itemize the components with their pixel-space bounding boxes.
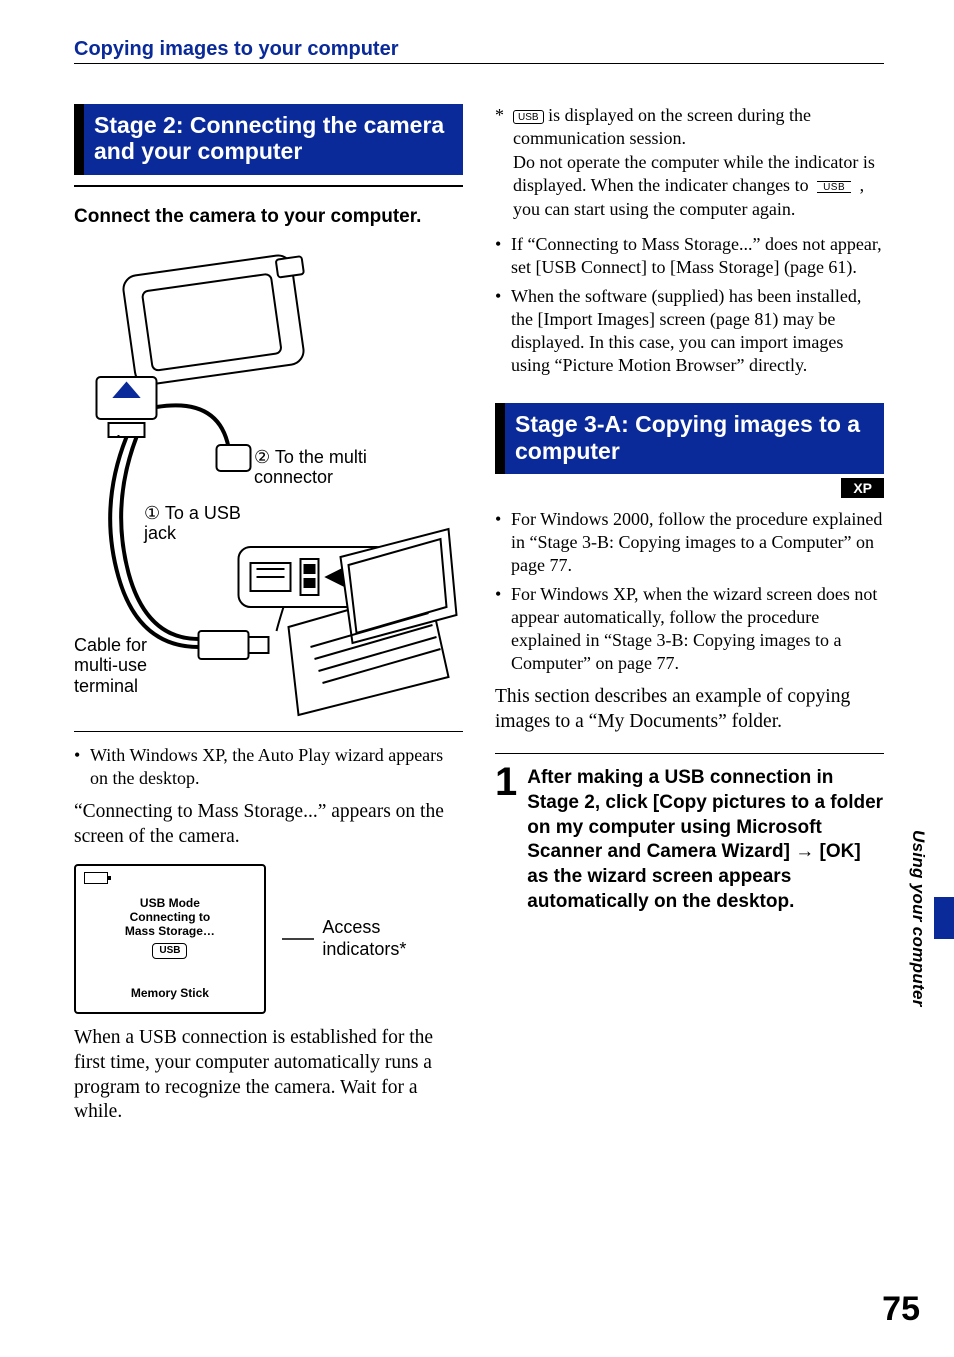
xp-row: XP: [495, 474, 884, 498]
fig-callout-usb: ① To a USB jack: [144, 503, 274, 544]
step-1-number: 1: [495, 762, 517, 802]
step-1-text: After making a USB connection in Stage 2…: [527, 766, 884, 914]
lcd-line2: Connecting to: [76, 910, 264, 924]
left-column: Stage 2: Connecting the camera and your …: [74, 104, 463, 1125]
stage2-underline: [74, 185, 463, 187]
usb-mode-icon: USB: [513, 110, 544, 124]
right-bullet-1a: If “Connecting to Mass Storage...” does …: [495, 233, 884, 279]
stage3a-heading-bar: Stage 3-A: Copying images to a computer: [495, 403, 884, 474]
right-bullet-2a: For Windows 2000, follow the procedure e…: [495, 508, 884, 577]
side-tab-block: [934, 897, 954, 939]
asterisk-note: USB is displayed on the screen during th…: [495, 104, 884, 221]
usb-bar-icon: USB: [817, 181, 851, 193]
stage3a-heading-text: Stage 3-A: Copying images to a computer: [515, 411, 860, 463]
page-number: 75: [882, 1290, 920, 1329]
stage2-heading-bar: Stage 2: Connecting the camera and your …: [74, 104, 463, 175]
stage2-heading-text: Stage 2: Connecting the camera and your …: [94, 112, 444, 164]
right-bullet-2b: For Windows XP, when the wizard screen d…: [495, 583, 884, 675]
leader-line-icon: [282, 929, 315, 949]
right-bullets-2: For Windows 2000, follow the procedure e…: [495, 508, 884, 675]
para-connecting: “Connecting to Mass Storage...” appears …: [74, 800, 463, 850]
head-rule: [74, 63, 884, 64]
step-rule: [495, 753, 884, 754]
lcd-screen-row: USB Mode Connecting to Mass Storage… USB…: [74, 864, 463, 1014]
access-indicators-label: Access indicators*: [322, 917, 463, 960]
two-column-layout: Stage 2: Connecting the camera and your …: [74, 104, 884, 1125]
star-note-part1: is displayed on the screen during the co…: [513, 105, 811, 148]
right-bullet-1b: When the software (supplied) has been in…: [495, 285, 884, 377]
step-1: 1 After making a USB connection in Stage…: [495, 766, 884, 914]
connection-figure-box: ② To the multi connector ① To a USB jack…: [74, 247, 463, 732]
side-tab: Using your computer: [908, 830, 954, 1007]
lcd-center-text: USB Mode Connecting to Mass Storage… USB: [76, 896, 264, 959]
left-bullets: With Windows XP, the Auto Play wizard ap…: [74, 744, 463, 790]
para-established: When a USB connection is established for…: [74, 1026, 463, 1126]
running-head: Copying images to your computer: [74, 38, 934, 61]
connection-figure: ② To the multi connector ① To a USB jack…: [74, 247, 463, 717]
battery-icon: [84, 872, 108, 884]
xp-badge: XP: [841, 478, 884, 498]
lcd-mini-screen: USB Mode Connecting to Mass Storage… USB…: [74, 864, 266, 1014]
lcd-line3: Mass Storage…: [76, 924, 264, 938]
right-column: USB is displayed on the screen during th…: [495, 104, 884, 1125]
fig-callout-multi: ② To the multi connector: [254, 447, 434, 488]
fig-callout-cable: Cable for multi-use terminal: [74, 635, 194, 697]
lcd-line1: USB Mode: [76, 896, 264, 910]
side-tab-text: Using your computer: [908, 830, 928, 1007]
left-bullet-1: With Windows XP, the Auto Play wizard ap…: [74, 744, 463, 790]
para-intro: This section describes an example of cop…: [495, 685, 884, 735]
connect-heading: Connect the camera to your computer.: [74, 205, 463, 229]
right-bullets-1: If “Connecting to Mass Storage...” does …: [495, 233, 884, 377]
lcd-usb-badge: USB: [152, 943, 187, 959]
lcd-memory-stick: Memory Stick: [76, 986, 264, 1000]
